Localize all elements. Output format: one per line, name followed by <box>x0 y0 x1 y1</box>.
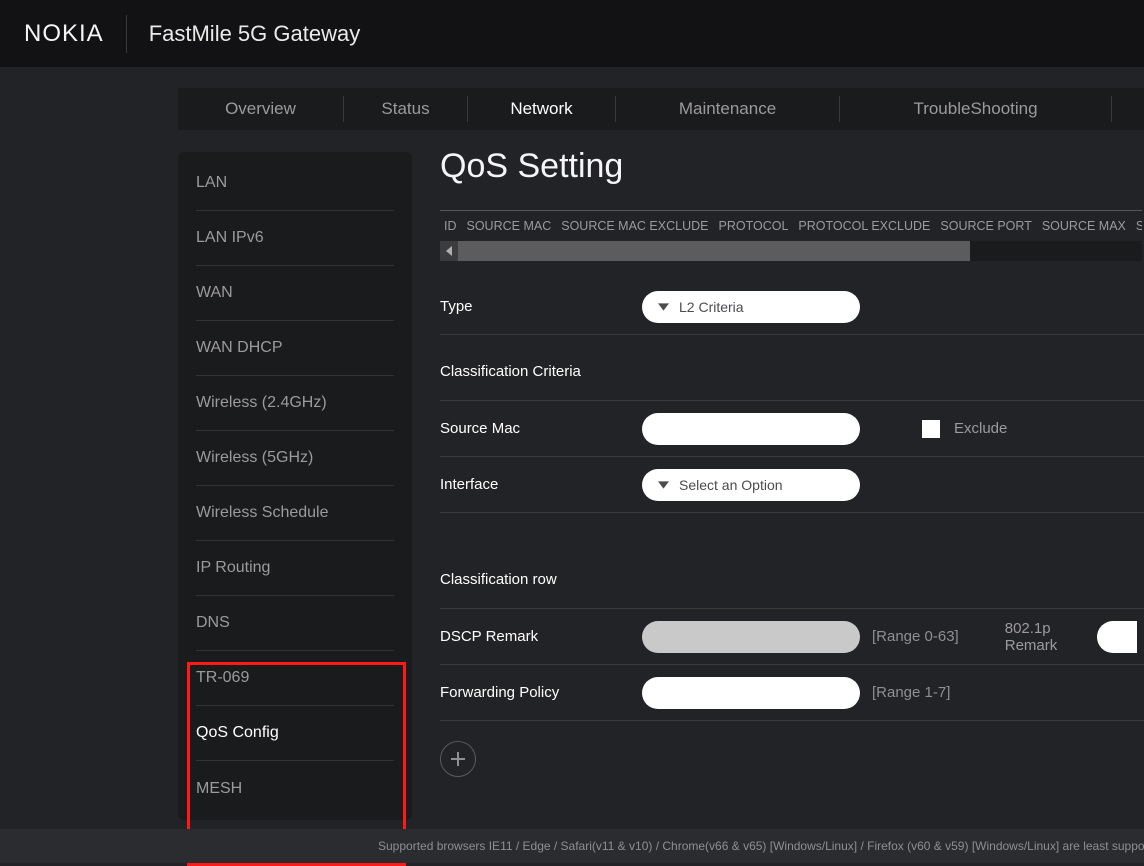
tab-maintenance[interactable]: Maintenance <box>616 96 840 122</box>
product-name: FastMile 5G Gateway <box>127 21 361 47</box>
label-source-mac-exclude: Exclude <box>954 420 1007 437</box>
col-protocol: PROTOCOL <box>718 219 788 233</box>
plus-icon <box>451 752 465 766</box>
table-scrollbar[interactable] <box>440 241 1142 261</box>
select-type[interactable]: L2 Criteria <box>642 291 860 323</box>
sidebar: LAN LAN IPv6 WAN WAN DHCP Wireless (2.4G… <box>178 152 412 820</box>
col-source-mac-exclude: SOURCE MAC EXCLUDE <box>561 219 708 233</box>
col-protocol-exclude: PROTOCOL EXCLUDE <box>798 219 930 233</box>
sidebar-item-wan[interactable]: WAN <box>196 266 394 321</box>
label-forwarding-policy: Forwarding Policy <box>440 684 642 701</box>
qos-table: ID SOURCE MAC SOURCE MAC EXCLUDE PROTOCO… <box>440 210 1142 261</box>
qos-table-header: ID SOURCE MAC SOURCE MAC EXCLUDE PROTOCO… <box>440 211 1142 241</box>
row-type: Type L2 Criteria <box>440 279 1144 335</box>
section-classification-criteria: Classification Criteria <box>440 335 1144 401</box>
label-type: Type <box>440 298 642 315</box>
sidebar-item-tr069[interactable]: TR-069 <box>196 651 394 706</box>
tab-network[interactable]: Network <box>468 96 616 122</box>
chevron-left-icon <box>445 246 453 256</box>
main-region: Overview Status Network Maintenance Trou… <box>0 67 1144 863</box>
col-8021p-remark: 802.1p Remark <box>1005 620 1137 654</box>
sidebar-item-ip-routing[interactable]: IP Routing <box>196 541 394 596</box>
row-interface: Interface Select an Option <box>440 457 1144 513</box>
col-source-mac: SOURCE MAC <box>467 219 552 233</box>
sidebar-item-wan-dhcp[interactable]: WAN DHCP <box>196 321 394 376</box>
chevron-down-icon <box>658 481 669 489</box>
label-source-mac: Source Mac <box>440 420 642 437</box>
label-dscp-remark: DSCP Remark <box>440 628 642 645</box>
col-id: ID <box>444 219 457 233</box>
sidebar-item-wireless-schedule[interactable]: Wireless Schedule <box>196 486 394 541</box>
top-tabs: Overview Status Network Maintenance Trou… <box>178 88 1144 130</box>
section-classification-row: Classification row <box>440 543 1144 609</box>
label-interface: Interface <box>440 476 642 493</box>
content-panel: QoS Setting ID SOURCE MAC SOURCE MAC EXC… <box>440 147 1144 863</box>
scroll-left-button[interactable] <box>440 241 458 261</box>
footer-text: Supported browsers IE11 / Edge / Safari(… <box>378 839 1144 853</box>
select-interface[interactable]: Select an Option <box>642 469 860 501</box>
hint-forwarding-policy: [Range 1-7] <box>872 684 950 701</box>
app-header: NOKIA FastMile 5G Gateway <box>0 0 1144 67</box>
select-interface-value: Select an Option <box>679 477 783 493</box>
row-forwarding-policy: Forwarding Policy [Range 1-7] <box>440 665 1144 721</box>
scroll-thumb[interactable] <box>458 241 970 261</box>
col-s-exclude: S EXCLUDE <box>1136 219 1142 233</box>
hint-dscp-remark: [Range 0-63] <box>872 628 959 645</box>
sidebar-item-mesh[interactable]: MESH <box>196 761 394 816</box>
row-source-mac: Source Mac Exclude <box>440 401 1144 457</box>
tab-status[interactable]: Status <box>344 96 468 122</box>
col-source-max: SOURCE MAX <box>1042 219 1126 233</box>
col-source-port: SOURCE PORT <box>940 219 1031 233</box>
brand-logo: NOKIA <box>24 15 127 53</box>
qos-form: Type L2 Criteria Classification Criteria… <box>440 279 1144 777</box>
input-dscp-remark[interactable] <box>642 621 860 653</box>
browser-support-footer: Supported browsers IE11 / Edge / Safari(… <box>0 829 1144 863</box>
input-source-mac[interactable] <box>642 413 860 445</box>
sidebar-item-lan[interactable]: LAN <box>196 156 394 211</box>
checkbox-source-mac-exclude[interactable] <box>922 420 940 438</box>
label-8021p-remark: 802.1p Remark <box>1005 620 1075 654</box>
sidebar-item-qos-config[interactable]: QoS Config <box>196 706 394 761</box>
tab-overview[interactable]: Overview <box>178 96 344 122</box>
sidebar-item-dns[interactable]: DNS <box>196 596 394 651</box>
sidebar-item-wireless-24[interactable]: Wireless (2.4GHz) <box>196 376 394 431</box>
row-dscp-remark: DSCP Remark [Range 0-63] 802.1p Remark <box>440 609 1144 665</box>
page-title: QoS Setting <box>440 147 1144 186</box>
tab-troubleshooting[interactable]: TroubleShooting <box>840 96 1112 122</box>
sidebar-item-lan-ipv6[interactable]: LAN IPv6 <box>196 211 394 266</box>
input-8021p-remark[interactable] <box>1097 621 1137 653</box>
sidebar-item-wireless-5[interactable]: Wireless (5GHz) <box>196 431 394 486</box>
input-forwarding-policy[interactable] <box>642 677 860 709</box>
select-type-value: L2 Criteria <box>679 299 744 315</box>
chevron-down-icon <box>658 303 669 311</box>
add-rule-button[interactable] <box>440 741 476 777</box>
